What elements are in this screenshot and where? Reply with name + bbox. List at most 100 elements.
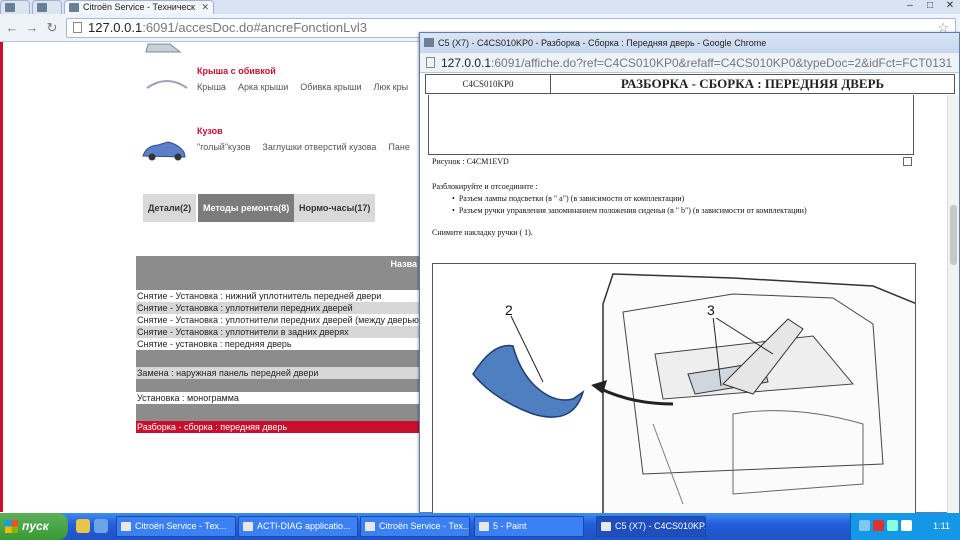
- citroen-icon: [69, 3, 79, 12]
- page-icon: [73, 22, 82, 33]
- link-roof[interactable]: Крыша: [197, 82, 226, 92]
- taskbar-item-label: Citroën Service - Тех...: [135, 521, 227, 531]
- chrome-quicklaunch-icon[interactable]: [76, 519, 90, 533]
- taskbar-item-label: ACTI-DIAG applicatio...: [257, 521, 351, 531]
- bullet-item: • Разъем лампы подсветки (в " a") (в зав…: [452, 194, 685, 203]
- scrollbar-thumb[interactable]: [950, 205, 957, 265]
- scrollbar[interactable]: [947, 95, 959, 513]
- close-button[interactable]: ✕: [940, 0, 960, 14]
- bullet-text: Разъем лампы подсветки (в " a") (в завис…: [458, 194, 685, 203]
- tab-pinned-1[interactable]: [0, 0, 30, 14]
- citroen-icon: [121, 522, 131, 531]
- table-group-band: [136, 379, 421, 392]
- popup-address-bar[interactable]: 127.0.0.1:6091/affiche.do?ref=C4CS010KP0…: [420, 53, 959, 73]
- ie-quicklaunch-icon[interactable]: [94, 519, 108, 533]
- taskbar-item[interactable]: Citroën Service - Тех...: [116, 516, 236, 537]
- instruction-text: Разблокируйте и отсоедините :: [432, 182, 538, 191]
- tab-pinned-2[interactable]: [32, 0, 62, 14]
- taskbar-item[interactable]: ACTI-DIAG applicatio...: [238, 516, 358, 537]
- previous-figure-frame: [428, 95, 914, 155]
- table-row[interactable]: Снятие - Установка : нижний уплотнитель …: [136, 290, 421, 302]
- step-text: Снимите накладку ручки ( 1).: [432, 228, 533, 237]
- tab-parts[interactable]: Детали(2): [143, 194, 197, 222]
- page-icon: [37, 3, 47, 12]
- table-row[interactable]: Снятие - Установка : уплотнители передни…: [136, 302, 421, 314]
- back-icon[interactable]: ←: [4, 20, 20, 36]
- page-icon: [426, 57, 435, 68]
- callout-2: 2: [505, 302, 513, 318]
- table-row[interactable]: Установка : монограмма: [136, 392, 421, 404]
- taskbar-item[interactable]: Citroën Service - Тех...: [360, 516, 470, 537]
- url-path: :6091/affiche.do?ref=C4CS010KP0&refaff=C…: [491, 56, 953, 70]
- app-icon: [243, 522, 253, 531]
- popup-window: C5 (X7) - C4CS010KP0 - Разборка - Сборка…: [419, 32, 960, 513]
- bullet-text: Разъем ручки управления запоминанием пол…: [458, 206, 807, 215]
- start-label: пуск: [22, 519, 49, 533]
- table-row[interactable]: Снятие - Установка : уплотнители передни…: [136, 314, 421, 326]
- tab-labor-hours[interactable]: Нормо-часы(17): [294, 194, 376, 222]
- tray-icon[interactable]: [873, 520, 884, 531]
- category-title-body[interactable]: Кузов: [197, 126, 223, 136]
- url-host: 127.0.0.1: [88, 20, 143, 35]
- taskbar: пуск Citroën Service - Тех... ACTI-DIAG …: [0, 513, 960, 540]
- doc-title: РАЗБОРКА - СБОРКА : ПЕРЕДНЯЯ ДВЕРЬ: [620, 76, 885, 91]
- clock[interactable]: 1:11: [933, 513, 950, 540]
- table-group-band: [136, 404, 421, 421]
- roof-thumbnail-icon[interactable]: [145, 74, 191, 92]
- category-links-body: "голый"кузов Заглушки отверстий кузова Пан…: [197, 142, 422, 152]
- url-path: :6091/accesDoc.do#ancreFonctionLvl3: [142, 20, 367, 35]
- tray-icon[interactable]: [859, 520, 870, 531]
- figure-label: Рисунок : C4CM1EVD: [432, 157, 509, 166]
- link-sunroof[interactable]: Люк кры: [374, 82, 409, 92]
- taskbar-item-label: C5 (X7) - C4CS010KP...: [615, 521, 706, 531]
- link-body-plugs[interactable]: Заглушки отверстий кузова: [262, 142, 376, 152]
- print-icon[interactable]: [903, 157, 912, 166]
- forward-icon[interactable]: →: [24, 20, 40, 36]
- table-group-band: [136, 350, 421, 367]
- taskbar-item-label: Citroën Service - Тех...: [379, 521, 470, 531]
- doc-header: C4CS010KP0 РАЗБОРКА - СБОРКА : ПЕРЕДНЯЯ …: [425, 74, 955, 94]
- category-links-roof: Крыша Арка крыши Обивка крыши Люк кры: [197, 82, 420, 92]
- tab-strip: Citroën Service - Техническ ✕ – □ ✕: [0, 0, 960, 14]
- link-panels[interactable]: Пане: [388, 142, 409, 152]
- reload-icon[interactable]: ↻: [44, 20, 60, 36]
- tray-icon[interactable]: [887, 520, 898, 531]
- link-roof-lining[interactable]: Обивка крыши: [300, 82, 361, 92]
- minimize-button[interactable]: –: [900, 0, 920, 14]
- table-row-selected[interactable]: Разборка - сборка : передняя дверь: [136, 421, 421, 433]
- tab-title: Citroën Service - Техническ: [83, 2, 195, 12]
- table-header: Назва: [136, 256, 421, 273]
- close-tab-icon[interactable]: ✕: [201, 1, 209, 14]
- windows-logo-icon: [5, 520, 18, 533]
- volume-icon[interactable]: [901, 520, 912, 531]
- taskbar-item-active[interactable]: C5 (X7) - C4CS010KP...: [596, 516, 706, 537]
- paint-icon: [479, 522, 489, 531]
- category-title-roof[interactable]: Крыша с обивкой: [197, 66, 276, 76]
- table-row[interactable]: Снятие - Установка : уплотнители в задни…: [136, 326, 421, 338]
- taskbar-item[interactable]: 5 - Paint: [474, 516, 584, 537]
- link-roof-arch[interactable]: Арка крыши: [238, 82, 288, 92]
- part-thumbnail-icon[interactable]: [140, 42, 186, 56]
- page-icon: [5, 3, 15, 12]
- taskbar-item-label: 5 - Paint: [493, 521, 527, 531]
- tab-citroen-service[interactable]: Citroën Service - Техническ ✕: [64, 0, 214, 14]
- maximize-button[interactable]: □: [920, 0, 940, 14]
- popup-title-bar: C5 (X7) - C4CS010KP0 - Разборка - Сборка…: [420, 33, 959, 53]
- start-button[interactable]: пуск: [0, 513, 68, 540]
- operations-table: Назва Снятие - Установка : нижний уплотн…: [136, 256, 421, 433]
- page-accent-bar: [0, 42, 3, 512]
- car-body-thumbnail-icon[interactable]: [140, 138, 188, 164]
- system-tray: 1:11: [850, 513, 960, 540]
- citroen-icon: [601, 522, 611, 531]
- tab-repair-methods[interactable]: Методы ремонта(8): [198, 194, 295, 222]
- link-body-shell[interactable]: "голый"кузов: [197, 142, 250, 152]
- url-host: 127.0.0.1: [441, 56, 492, 70]
- doc-code: C4CS010KP0: [426, 75, 551, 93]
- chrome-icon: [365, 522, 375, 531]
- window-controls: – □ ✕: [900, 0, 960, 14]
- table-group-band: [136, 273, 421, 290]
- bullet-item: • Разъем ручки управления запоминанием п…: [452, 206, 807, 215]
- table-row[interactable]: Замена : наружная панель передней двери: [136, 367, 421, 379]
- popup-title: C5 (X7) - C4CS010KP0 - Разборка - Сборка…: [438, 38, 767, 48]
- table-row[interactable]: Снятие - установка : передняя дверь: [136, 338, 421, 350]
